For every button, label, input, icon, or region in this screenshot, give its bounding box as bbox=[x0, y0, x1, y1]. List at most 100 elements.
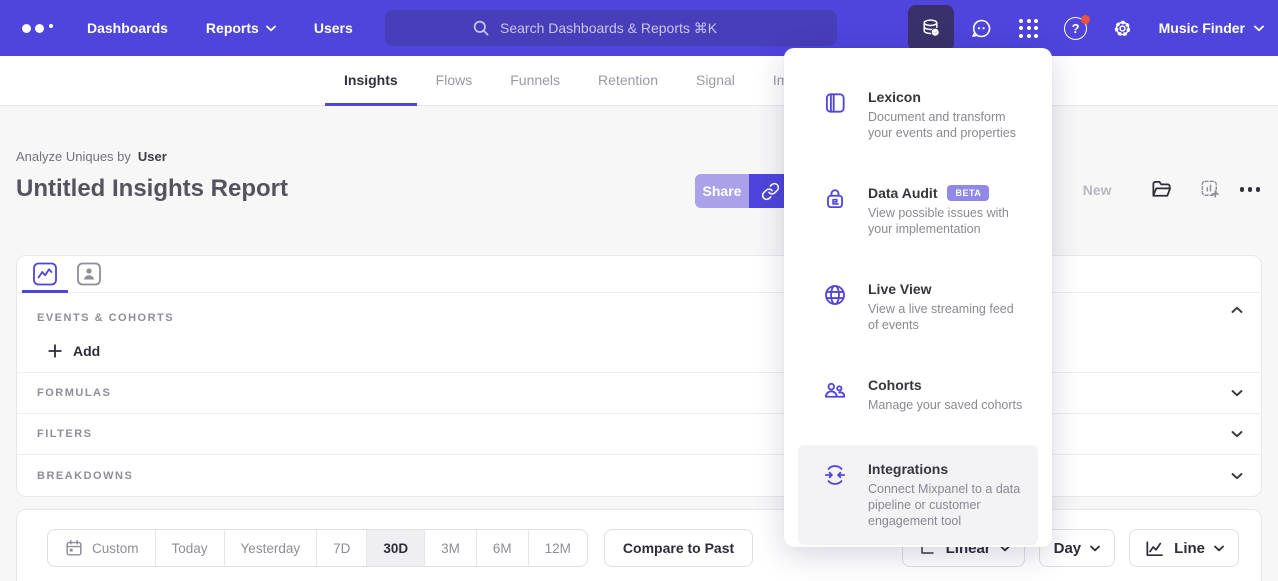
range-today[interactable]: Today bbox=[155, 530, 224, 566]
menu-item-title: Live View bbox=[868, 281, 932, 297]
expand-section-icon[interactable] bbox=[1231, 472, 1243, 480]
primary-nav: Dashboards Reports Users bbox=[87, 20, 353, 36]
chevron-down-icon bbox=[1254, 25, 1264, 32]
search-icon bbox=[472, 19, 490, 37]
menu-item-data-audit[interactable]: Data Audit BETA View possible issues wit… bbox=[798, 177, 1038, 245]
lexicon-icon bbox=[822, 90, 848, 141]
link-icon bbox=[761, 182, 780, 201]
menu-item-live-view[interactable]: Live View View a live streaming feed of … bbox=[798, 273, 1038, 341]
analysis-entity-selector[interactable]: User bbox=[138, 149, 167, 164]
menu-item-description: Document and transform your events and p… bbox=[868, 109, 1026, 141]
share-button[interactable]: Share bbox=[695, 174, 749, 208]
beta-badge: BETA bbox=[947, 185, 989, 201]
query-builder-panel: EVENTS & COHORTS Add FORMULAS FILTERS BR… bbox=[16, 255, 1262, 497]
nav-users[interactable]: Users bbox=[314, 20, 353, 36]
query-mode-tabs bbox=[17, 256, 1261, 293]
help-icon[interactable]: ? bbox=[1057, 6, 1095, 50]
range-6m[interactable]: 6M bbox=[476, 530, 528, 566]
tab-funnels[interactable]: Funnels bbox=[491, 56, 579, 105]
menu-item-integrations[interactable]: Integrations Connect Mixpanel to a data … bbox=[798, 445, 1038, 545]
events-mode-tab[interactable] bbox=[29, 256, 61, 292]
menu-item-cohorts[interactable]: Cohorts Manage your saved cohorts bbox=[798, 369, 1038, 421]
range-12m[interactable]: 12M bbox=[528, 530, 587, 566]
open-report-button[interactable] bbox=[1150, 178, 1173, 201]
tab-retention[interactable]: Retention bbox=[579, 56, 677, 105]
expand-section-icon[interactable] bbox=[1231, 389, 1243, 397]
events-cohorts-section: EVENTS & COHORTS Add bbox=[17, 293, 1261, 373]
tab-signal[interactable]: Signal bbox=[677, 56, 754, 105]
tab-flows[interactable]: Flows bbox=[417, 56, 492, 105]
project-switcher[interactable]: Music Finder bbox=[1159, 20, 1264, 36]
share-group: Share bbox=[695, 174, 791, 208]
menu-item-lexicon[interactable]: Lexicon Document and transform your even… bbox=[798, 81, 1038, 149]
analysis-eyebrow: Analyze Uniques by User bbox=[16, 149, 167, 164]
nav-users-label: Users bbox=[314, 20, 353, 36]
menu-item-description: View a live streaming feed of events bbox=[868, 301, 1026, 333]
profiles-mode-tab[interactable] bbox=[73, 256, 105, 292]
menu-item-title: Cohorts bbox=[868, 377, 922, 393]
header-actions: New bbox=[1083, 178, 1262, 201]
add-label: Add bbox=[73, 343, 100, 359]
notification-dot bbox=[1081, 15, 1090, 24]
search-input[interactable] bbox=[500, 20, 750, 36]
interval-label: Day bbox=[1054, 540, 1082, 557]
range-custom-label: Custom bbox=[92, 541, 139, 556]
feedback-icon[interactable] bbox=[963, 6, 1001, 50]
formulas-header: FORMULAS bbox=[37, 387, 111, 399]
events-cohorts-header: EVENTS & COHORTS bbox=[37, 312, 174, 324]
top-navbar: Dashboards Reports Users bbox=[0, 0, 1278, 56]
open-folder-icon bbox=[1150, 178, 1173, 201]
filters-section-row[interactable]: FILTERS bbox=[17, 414, 1261, 455]
mixpanel-app: Dashboards Reports Users bbox=[0, 0, 1278, 581]
apps-grid-icon[interactable] bbox=[1010, 6, 1048, 50]
menu-item-title: Integrations bbox=[868, 461, 948, 477]
chart-type-dropdown[interactable]: Line bbox=[1129, 529, 1239, 567]
mixpanel-logo-icon[interactable] bbox=[22, 0, 53, 56]
menu-item-description: Manage your saved cohorts bbox=[868, 397, 1022, 413]
range-7d[interactable]: 7D bbox=[316, 530, 366, 566]
range-yesterday[interactable]: Yesterday bbox=[224, 530, 317, 566]
menu-item-title: Lexicon bbox=[868, 89, 921, 105]
data-management-icon[interactable] bbox=[908, 5, 954, 51]
data-tools-menu: Lexicon Document and transform your even… bbox=[784, 48, 1052, 547]
global-search[interactable] bbox=[385, 10, 837, 46]
compare-to-past-button[interactable]: Compare to Past bbox=[604, 529, 753, 567]
expand-section-icon[interactable] bbox=[1231, 430, 1243, 438]
plus-icon bbox=[47, 343, 63, 359]
chevron-down-icon bbox=[1090, 545, 1100, 552]
report-tabbar: Insights Flows Funnels Retention Signal … bbox=[0, 56, 1278, 106]
integrations-sync-icon bbox=[822, 462, 848, 529]
live-view-globe-icon bbox=[822, 282, 848, 333]
tab-insights[interactable]: Insights bbox=[325, 56, 417, 105]
eyebrow-prefix: Analyze Uniques by bbox=[16, 149, 131, 164]
range-custom[interactable]: Custom bbox=[48, 530, 155, 566]
new-report-button[interactable]: New bbox=[1083, 182, 1112, 198]
chart-type-label: Line bbox=[1174, 540, 1205, 557]
more-options-icon[interactable] bbox=[1238, 181, 1263, 198]
calendar-icon bbox=[64, 538, 84, 558]
line-chart-icon bbox=[1144, 538, 1165, 559]
range-30d[interactable]: 30D bbox=[366, 530, 424, 566]
add-event-button[interactable]: Add bbox=[47, 343, 127, 359]
range-3m[interactable]: 3M bbox=[424, 530, 476, 566]
nav-reports[interactable]: Reports bbox=[206, 20, 276, 36]
formulas-section-row[interactable]: FORMULAS bbox=[17, 373, 1261, 414]
nav-dashboards[interactable]: Dashboards bbox=[87, 20, 168, 36]
cohorts-people-icon bbox=[822, 378, 848, 413]
date-range-segmented-control: Custom Today Yesterday 7D 30D 3M 6M 12M bbox=[47, 529, 588, 567]
add-to-dashboard-icon[interactable] bbox=[1199, 178, 1222, 201]
person-icon bbox=[75, 260, 103, 288]
collapse-section-icon[interactable] bbox=[1231, 306, 1243, 314]
project-name: Music Finder bbox=[1159, 20, 1245, 36]
report-title[interactable]: Untitled Insights Report bbox=[16, 175, 288, 203]
breakdowns-section-row[interactable]: BREAKDOWNS bbox=[17, 455, 1261, 496]
chevron-down-icon bbox=[266, 25, 276, 32]
menu-item-description: View possible issues with your implement… bbox=[868, 205, 1026, 237]
menu-item-description: Connect Mixpanel to a data pipeline or c… bbox=[868, 481, 1026, 529]
nav-reports-label: Reports bbox=[206, 20, 259, 36]
filters-header: FILTERS bbox=[37, 428, 93, 440]
menu-item-title: Data Audit bbox=[868, 185, 937, 201]
nav-dashboards-label: Dashboards bbox=[87, 20, 168, 36]
settings-gear-icon[interactable] bbox=[1104, 6, 1142, 50]
date-controls: Custom Today Yesterday 7D 30D 3M 6M 12M … bbox=[47, 529, 1239, 567]
